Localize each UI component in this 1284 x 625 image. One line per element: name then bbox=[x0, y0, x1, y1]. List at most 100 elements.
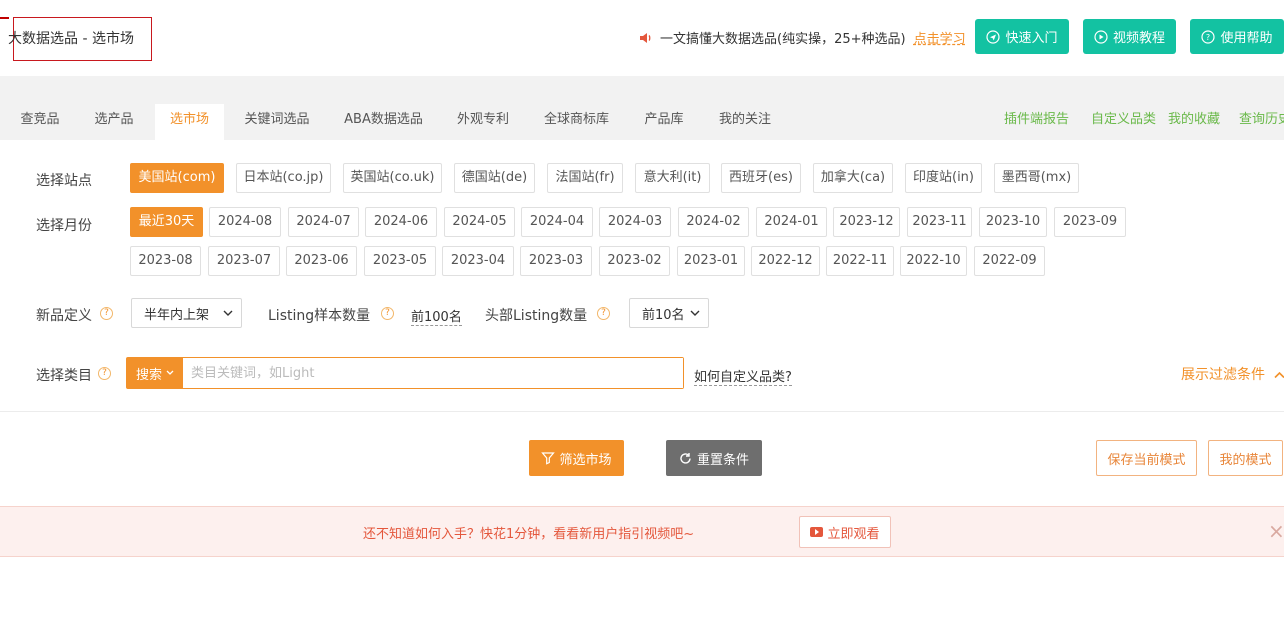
site-chip-jp[interactable]: 日本站(co.jp) bbox=[236, 163, 331, 193]
month-chip[interactable]: 2024-01 bbox=[756, 207, 827, 237]
top-bar: 大数据选品 - 选市场 一文搞懂大数据选品(纯实操，25+种选品) 点击学习 快… bbox=[0, 0, 1284, 76]
month-chip[interactable]: 2023-08 bbox=[130, 246, 201, 276]
red-annotation-mark bbox=[0, 17, 9, 19]
month-chip[interactable]: 2024-04 bbox=[521, 207, 593, 237]
month-chip[interactable]: 2024-03 bbox=[599, 207, 671, 237]
help-icon[interactable]: ? bbox=[98, 367, 111, 380]
head-listing-label: 头部Listing数量 bbox=[485, 308, 588, 324]
month-chip[interactable]: 2023-03 bbox=[520, 246, 592, 276]
site-chip-fr[interactable]: 法国站(fr) bbox=[547, 163, 623, 193]
filter-market-label: 筛选市场 bbox=[559, 452, 612, 468]
promo-text: 一文搞懂大数据选品(纯实操，25+种选品) bbox=[660, 32, 906, 47]
month-chip[interactable]: 2022-11 bbox=[826, 246, 894, 276]
month-chip[interactable]: 2023-09 bbox=[1054, 207, 1126, 237]
page-title: 大数据选品 - 选市场 bbox=[8, 31, 134, 47]
month-chip[interactable]: 2023-04 bbox=[442, 246, 514, 276]
month-chip[interactable]: 2023-07 bbox=[208, 246, 280, 276]
listing-sample-value[interactable]: 前100名 bbox=[411, 306, 462, 326]
close-icon[interactable]: × bbox=[1268, 519, 1284, 543]
save-mode-button[interactable]: 保存当前模式 bbox=[1096, 440, 1197, 476]
reset-label: 重置条件 bbox=[696, 452, 749, 468]
notice-text: 还不知道如何入手？快花1分钟，看看新用户指引视频吧~ bbox=[363, 527, 695, 542]
section-divider bbox=[0, 411, 1284, 412]
video-tutorial-label: 视频教程 bbox=[1112, 31, 1165, 46]
quick-start-label: 快速入门 bbox=[1005, 31, 1058, 46]
month-chip[interactable]: 2022-12 bbox=[751, 246, 820, 276]
tab-product-library[interactable]: 产品库 bbox=[634, 104, 694, 140]
month-chip[interactable]: 2024-05 bbox=[444, 207, 515, 237]
toggle-filters-label: 展示过滤条件 bbox=[1181, 367, 1265, 383]
send-icon bbox=[986, 29, 1001, 44]
my-mode-button[interactable]: 我的模式 bbox=[1208, 440, 1283, 476]
month-chip[interactable]: 2023-05 bbox=[364, 246, 436, 276]
plugin-report-link[interactable]: 插件端报告 bbox=[1004, 104, 1069, 136]
month-chip[interactable]: 2023-01 bbox=[677, 246, 745, 276]
month-chip[interactable]: 2023-12 bbox=[833, 207, 900, 237]
my-favorites-link[interactable]: 我的收藏 bbox=[1168, 104, 1220, 136]
tab-aba[interactable]: ABA数据选品 bbox=[336, 104, 431, 140]
reset-button[interactable]: 重置条件 bbox=[666, 440, 762, 476]
month-chip[interactable]: 2023-10 bbox=[979, 207, 1047, 237]
how-custom-category-link[interactable]: 如何自定义品类? bbox=[694, 366, 792, 386]
site-chip-es[interactable]: 西班牙(es) bbox=[721, 163, 801, 193]
chevron-down-icon bbox=[166, 370, 174, 375]
quick-start-button[interactable]: 快速入门 bbox=[975, 19, 1069, 54]
search-type-dropdown[interactable]: 搜索 bbox=[127, 358, 183, 388]
month-chip[interactable]: 最近30天 bbox=[130, 207, 203, 237]
video-tutorial-button[interactable]: 视频教程 bbox=[1083, 19, 1176, 54]
tab-my-follow[interactable]: 我的关注 bbox=[709, 104, 781, 140]
month-chip[interactable]: 2024-08 bbox=[209, 207, 281, 237]
watch-now-label: 立即观看 bbox=[827, 526, 880, 542]
tab-design-patent[interactable]: 外观专利 bbox=[448, 104, 518, 140]
chevron-up-icon bbox=[1274, 371, 1284, 379]
listing-sample-label: Listing样本数量 bbox=[268, 308, 371, 324]
help-icon[interactable]: ? bbox=[100, 307, 113, 320]
month-label: 选择月份 bbox=[36, 218, 92, 234]
help-icon: ? bbox=[1201, 29, 1216, 44]
site-chip-mx[interactable]: 墨西哥(mx) bbox=[994, 163, 1079, 193]
chevron-down-icon bbox=[690, 310, 700, 316]
site-chip-it[interactable]: 意大利(it) bbox=[635, 163, 710, 193]
tab-product[interactable]: 选产品 bbox=[84, 104, 144, 140]
help-icon[interactable]: ? bbox=[597, 307, 610, 320]
filter-icon bbox=[541, 452, 556, 465]
tab-keyword[interactable]: 关键词选品 bbox=[236, 104, 318, 140]
help-icon[interactable]: ? bbox=[381, 307, 394, 320]
month-chip[interactable]: 2022-10 bbox=[900, 246, 967, 276]
month-chip[interactable]: 2023-11 bbox=[907, 207, 972, 237]
site-chip-in[interactable]: 印度站(in) bbox=[905, 163, 982, 193]
custom-category-link[interactable]: 自定义品类 bbox=[1091, 104, 1156, 136]
promo-banner: 一文搞懂大数据选品(纯实操，25+种选品) 点击学习 bbox=[638, 28, 966, 47]
month-chip[interactable]: 2024-02 bbox=[678, 207, 749, 237]
month-chip[interactable]: 2023-06 bbox=[286, 246, 357, 276]
month-chip[interactable]: 2022-09 bbox=[974, 246, 1045, 276]
new-def-value: 半年内上架 bbox=[144, 307, 210, 323]
tab-trademark[interactable]: 全球商标库 bbox=[535, 104, 618, 140]
month-chip[interactable]: 2024-06 bbox=[365, 207, 437, 237]
help-label: 使用帮助 bbox=[1220, 31, 1273, 46]
promo-learn-link[interactable]: 点击学习 bbox=[914, 28, 966, 47]
site-chip-ca[interactable]: 加拿大(ca) bbox=[813, 163, 893, 193]
guide-notice-bar: 还不知道如何入手？快花1分钟，看看新用户指引视频吧~ 立即观看 × bbox=[0, 506, 1284, 557]
help-button[interactable]: ? 使用帮助 bbox=[1190, 19, 1284, 54]
toggle-filters[interactable]: 展示过滤条件 bbox=[1181, 364, 1284, 384]
head-listing-value: 前10名 bbox=[642, 307, 685, 323]
filter-market-button[interactable]: 筛选市场 bbox=[529, 440, 624, 476]
category-search-input[interactable] bbox=[183, 358, 683, 388]
category-search-box: 搜索 bbox=[126, 357, 684, 389]
search-button-label: 搜索 bbox=[135, 367, 162, 383]
category-label: 选择类目 bbox=[36, 368, 92, 384]
tab-market[interactable]: 选市场 bbox=[155, 104, 224, 140]
site-chip-uk[interactable]: 英国站(co.uk) bbox=[343, 163, 442, 193]
head-listing-select[interactable]: 前10名 bbox=[629, 298, 709, 328]
month-chip[interactable]: 2024-07 bbox=[288, 207, 359, 237]
new-def-select[interactable]: 半年内上架 bbox=[131, 298, 242, 328]
query-history-link[interactable]: 查询历史 bbox=[1239, 104, 1284, 136]
watch-now-button[interactable]: 立即观看 bbox=[799, 516, 891, 548]
month-chip[interactable]: 2023-02 bbox=[599, 246, 670, 276]
new-def-label: 新品定义 bbox=[36, 308, 92, 324]
tab-competitor[interactable]: 查竞品 bbox=[10, 104, 70, 140]
site-chip-de[interactable]: 德国站(de) bbox=[454, 163, 535, 193]
video-icon bbox=[810, 527, 824, 537]
site-chip-us[interactable]: 美国站(com) bbox=[130, 163, 224, 193]
